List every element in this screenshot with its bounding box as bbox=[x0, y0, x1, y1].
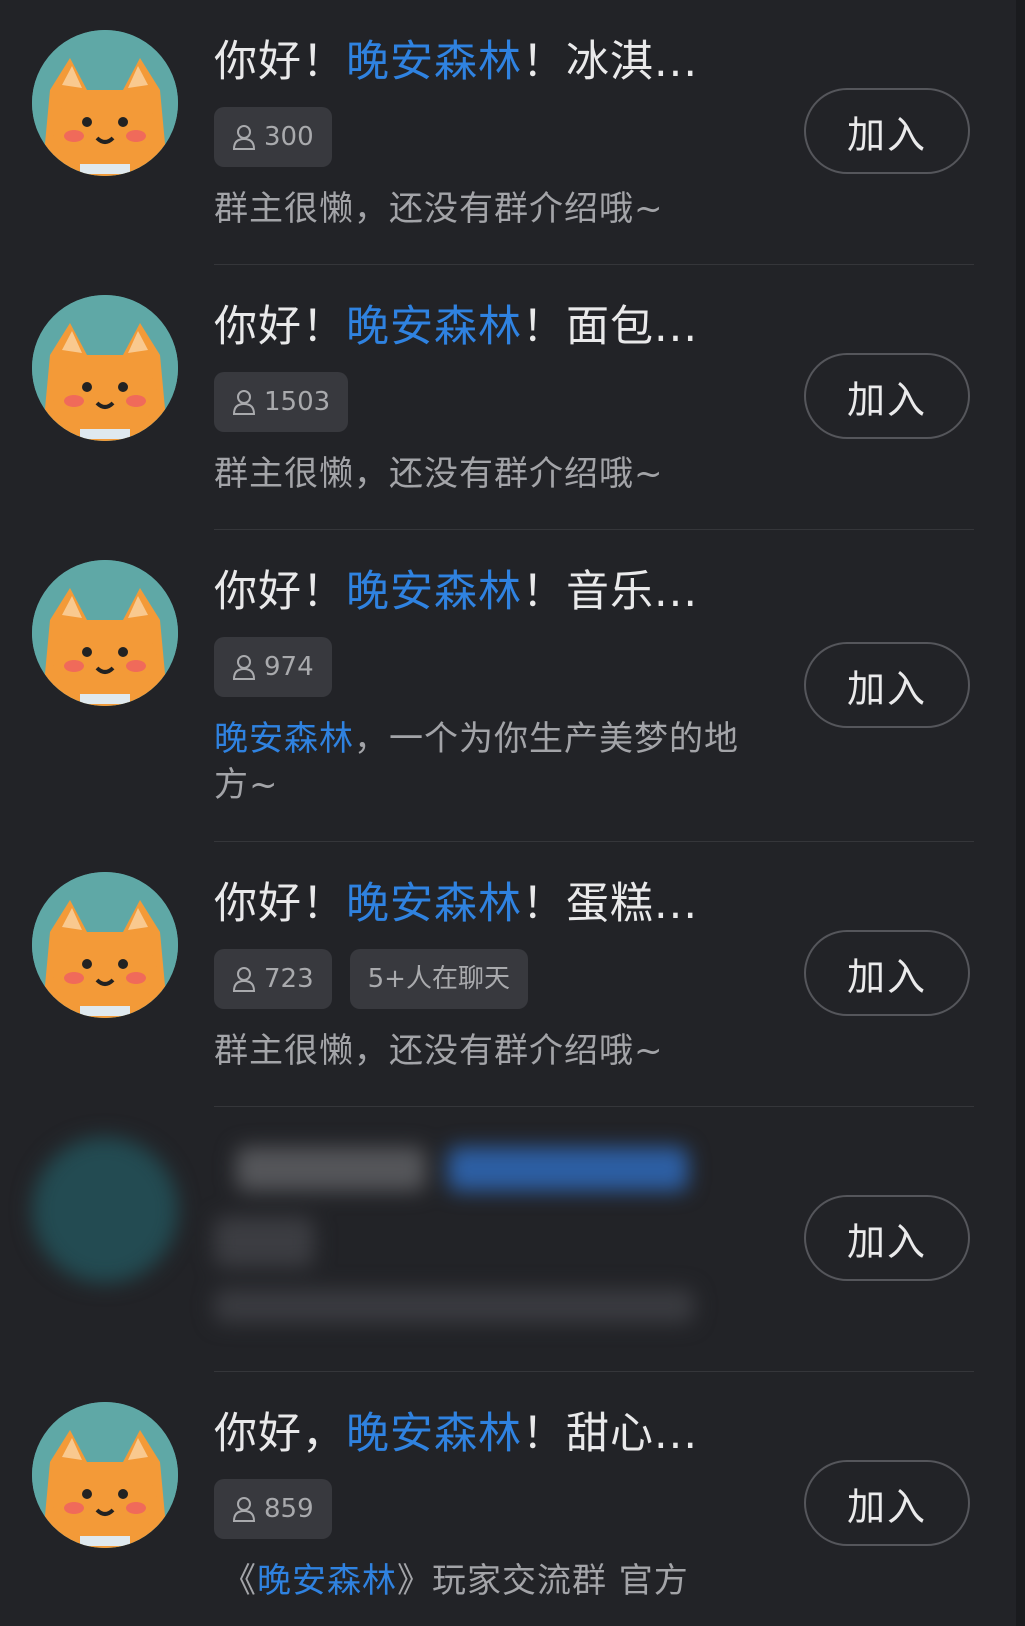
join-button[interactable]: 加入 bbox=[804, 930, 970, 1016]
join-button[interactable]: 加入 bbox=[804, 1195, 970, 1281]
person-icon bbox=[232, 967, 256, 992]
group-description: 《晚安森林》玩家交流群 官方 bbox=[222, 1558, 762, 1604]
group-row[interactable]: 你好！晚安森林！面包... 1503 群主很懒，还没有群介绍哦~ 加入 bbox=[0, 265, 1025, 530]
tag-row: 300 bbox=[214, 107, 332, 167]
title-highlight: 晚安森林 bbox=[346, 567, 522, 617]
title-highlight: 晚安森林 bbox=[346, 37, 522, 87]
tag-row: 723 5+人在聊天 bbox=[214, 949, 528, 1009]
member-count: 1503 bbox=[264, 387, 331, 417]
title-prefix: 你好！ bbox=[214, 37, 346, 87]
desc-text: 》玩家交流群 官方 bbox=[397, 1561, 689, 1601]
tag-row: 859 bbox=[214, 1479, 332, 1539]
tag-row: 974 bbox=[214, 637, 332, 697]
desc-highlight: 晚安森林 bbox=[214, 719, 354, 759]
fox-avatar[interactable] bbox=[32, 295, 178, 441]
person-icon bbox=[232, 655, 256, 680]
group-row[interactable]: 你好！晚安森林！冰淇... 300 群主很懒，还没有群介绍哦~ 加入 bbox=[0, 0, 1025, 265]
person-icon bbox=[232, 1497, 256, 1522]
blurred-highlight-placeholder bbox=[448, 1147, 688, 1191]
group-row[interactable]: 你好！晚安森林！音乐... 974 晚安森林，一个为你生产美梦的地方~ 加入 bbox=[0, 530, 1025, 842]
group-description: 群主很懒，还没有群介绍哦~ bbox=[214, 186, 754, 232]
fox-avatar[interactable] bbox=[32, 872, 178, 1018]
title-prefix: 你好， bbox=[214, 1409, 346, 1459]
title-highlight: 晚安森林 bbox=[346, 302, 522, 352]
title-prefix: 你好！ bbox=[214, 567, 346, 617]
member-count: 859 bbox=[264, 1494, 314, 1524]
join-button[interactable]: 加入 bbox=[804, 1460, 970, 1546]
blurred-tag-placeholder bbox=[214, 1217, 314, 1267]
desc-text: 群主很懒，还没有群介绍哦~ bbox=[214, 454, 664, 494]
join-button[interactable]: 加入 bbox=[804, 642, 970, 728]
chatting-text: 5+人在聊天 bbox=[367, 964, 510, 994]
group-title: 你好！晚安森林！面包... bbox=[214, 301, 698, 353]
member-count-badge: 974 bbox=[214, 637, 332, 697]
join-button[interactable]: 加入 bbox=[804, 88, 970, 174]
desc-highlight: 晚安森林 bbox=[257, 1561, 397, 1601]
title-suffix: ！音乐... bbox=[522, 567, 699, 617]
group-title: 你好，晚安森林！甜心... bbox=[214, 1408, 698, 1460]
fox-avatar[interactable] bbox=[32, 1402, 178, 1548]
desc-prefix: 《 bbox=[222, 1561, 257, 1601]
desc-text: 群主很懒，还没有群介绍哦~ bbox=[214, 189, 664, 229]
group-description: 群主很懒，还没有群介绍哦~ bbox=[214, 451, 754, 497]
blurred-desc-placeholder bbox=[214, 1289, 694, 1323]
title-prefix: 你好！ bbox=[214, 302, 346, 352]
title-highlight: 晚安森林 bbox=[346, 879, 522, 929]
group-description: 群主很懒，还没有群介绍哦~ bbox=[214, 1028, 754, 1074]
right-edge bbox=[1016, 0, 1025, 1626]
member-count-badge: 1503 bbox=[214, 372, 349, 432]
title-suffix: ！甜心... bbox=[522, 1409, 699, 1459]
member-count: 723 bbox=[264, 964, 314, 994]
fox-avatar[interactable] bbox=[32, 560, 178, 706]
title-suffix: ！冰淇... bbox=[522, 37, 699, 87]
member-count-badge: 723 bbox=[214, 949, 332, 1009]
member-count-badge: 859 bbox=[214, 1479, 332, 1539]
fox-avatar[interactable] bbox=[32, 30, 178, 176]
title-suffix: ！蛋糕... bbox=[522, 879, 699, 929]
desc-text: 群主很懒，还没有群介绍哦~ bbox=[214, 1031, 664, 1071]
blurred-title-placeholder bbox=[236, 1147, 426, 1191]
blurred-avatar bbox=[32, 1137, 178, 1283]
group-row[interactable]: 你好，晚安森林！甜心... 859 《晚安森林》玩家交流群 官方 加入 bbox=[0, 1372, 1025, 1626]
member-count: 974 bbox=[264, 652, 314, 682]
chatting-badge: 5+人在聊天 bbox=[349, 949, 528, 1009]
group-description: 晚安森林，一个为你生产美梦的地方~ bbox=[214, 716, 754, 808]
title-highlight: 晚安森林 bbox=[346, 1409, 522, 1459]
group-title: 你好！晚安森林！蛋糕... bbox=[214, 878, 698, 930]
title-prefix: 你好！ bbox=[214, 879, 346, 929]
title-suffix: ！面包... bbox=[522, 302, 699, 352]
group-title: 你好！晚安森林！冰淇... bbox=[214, 36, 698, 88]
join-button[interactable]: 加入 bbox=[804, 353, 970, 439]
person-icon bbox=[232, 390, 256, 415]
tag-row: 1503 bbox=[214, 372, 349, 432]
member-count: 300 bbox=[264, 122, 314, 152]
group-row-blurred[interactable]: 加入 bbox=[0, 1107, 1025, 1372]
member-count-badge: 300 bbox=[214, 107, 332, 167]
group-row[interactable]: 你好！晚安森林！蛋糕... 723 5+人在聊天 群主很懒，还没有群介绍哦~ 加… bbox=[0, 842, 1025, 1107]
group-list: 你好！晚安森林！冰淇... 300 群主很懒，还没有群介绍哦~ 加入 你好！晚安… bbox=[0, 0, 1025, 1626]
group-title: 你好！晚安森林！音乐... bbox=[214, 566, 698, 618]
person-icon bbox=[232, 125, 256, 150]
